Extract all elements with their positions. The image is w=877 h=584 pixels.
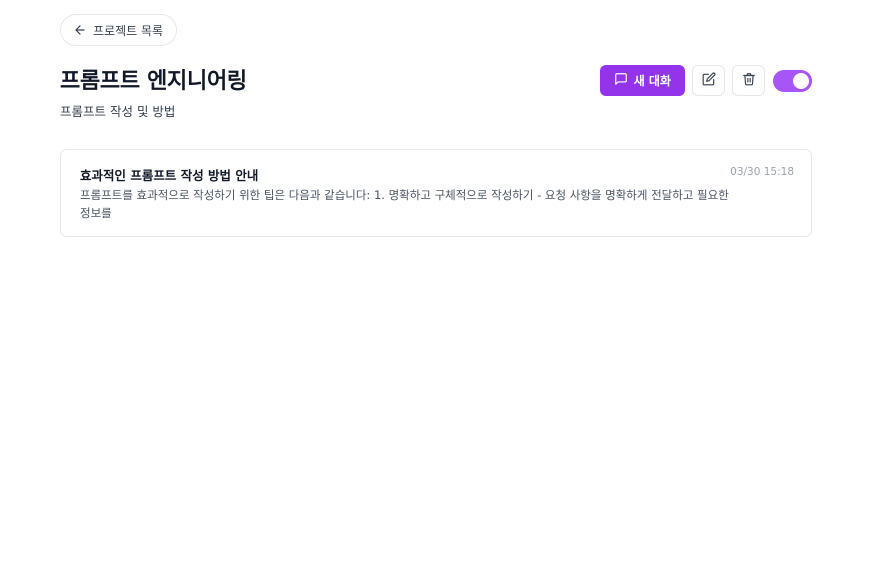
arrow-left-icon	[73, 23, 87, 37]
edit-project-button[interactable]	[692, 65, 725, 96]
new-chat-button[interactable]: 새 대화	[599, 65, 685, 96]
back-button-label: 프로젝트 목록	[93, 23, 164, 38]
conversation-date: 03/30 15:18	[730, 166, 794, 178]
conversation-title: 효과적인 프롬프트 작성 방법 안내	[80, 168, 259, 183]
trash-icon	[742, 71, 756, 90]
back-to-projects-button[interactable]: 프로젝트 목록	[60, 14, 178, 46]
edit-icon	[702, 71, 716, 90]
conversation-preview: 프롬프트를 효과적으로 작성하기 위한 팁은 다음과 같습니다: 1. 명확하고…	[80, 188, 729, 220]
project-page: 프로젝트 목록 프롬프트 엔지니어링 프롬프트 작성 및 방법 새 대화 효과적…	[0, 0, 877, 584]
new-chat-label: 새 대화	[633, 74, 671, 88]
project-toggle[interactable]	[773, 69, 812, 92]
chat-bubble-icon	[614, 72, 628, 89]
page-title: 프롬프트 엔지니어링	[60, 69, 247, 94]
conversation-card[interactable]: 효과적인 프롬프트 작성 방법 안내 03/30 15:18 프롬프트를 효과적…	[60, 149, 812, 237]
delete-project-button[interactable]	[732, 65, 765, 96]
page-subtitle: 프롬프트 작성 및 방법	[60, 104, 176, 119]
header-actions: 새 대화	[599, 65, 812, 96]
toggle-knob	[793, 72, 809, 89]
